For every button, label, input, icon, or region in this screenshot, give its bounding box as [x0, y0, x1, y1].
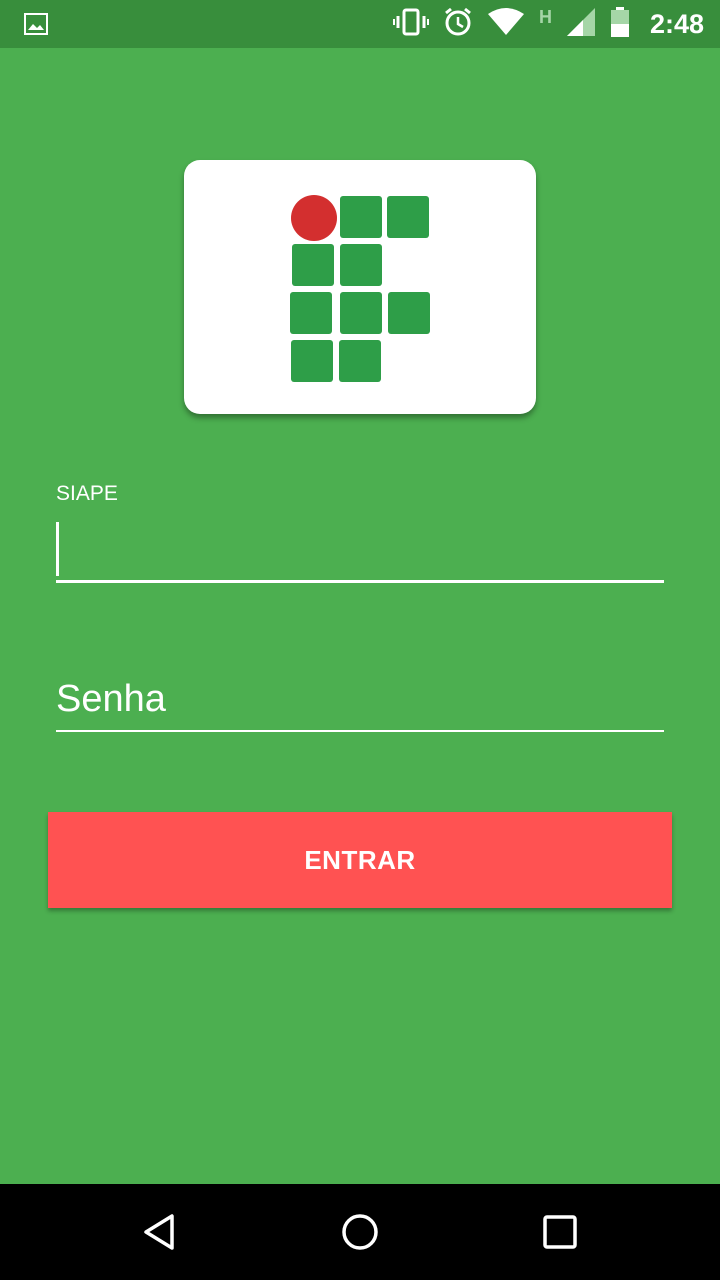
- home-icon[interactable]: [310, 1184, 410, 1280]
- signal-icon: [566, 7, 596, 42]
- battery-icon: [610, 6, 630, 42]
- entrar-button[interactable]: ENTRAR: [48, 812, 672, 908]
- institution-logo: [184, 160, 536, 414]
- back-icon[interactable]: [110, 1184, 210, 1280]
- gallery-icon: [24, 13, 48, 40]
- status-bar: H 2:48: [0, 0, 720, 48]
- logo-graphic: [290, 195, 430, 382]
- clock-time: 2:48: [649, 8, 704, 39]
- alarm-icon: [443, 7, 473, 42]
- navigation-bar: [0, 1184, 720, 1280]
- wifi-icon: [487, 7, 525, 41]
- vibrate-icon: [392, 8, 429, 41]
- network-type-label: H: [538, 6, 552, 27]
- senha-input[interactable]: [56, 668, 664, 732]
- siape-label: SIAPE: [56, 482, 118, 505]
- recents-icon[interactable]: [510, 1184, 610, 1280]
- text-cursor: [56, 522, 59, 576]
- siape-input[interactable]: [56, 518, 664, 583]
